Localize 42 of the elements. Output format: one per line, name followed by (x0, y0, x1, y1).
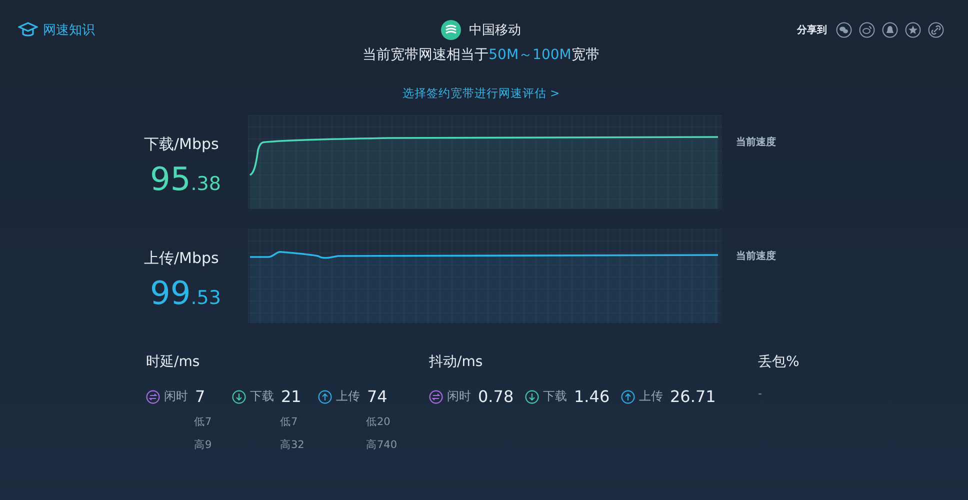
speed-label: 上传/Mbps (144, 249, 220, 268)
stat-label: 闲时 (164, 388, 188, 405)
high-value: 高9 (194, 438, 213, 452)
stat-label: 下载 (543, 388, 567, 405)
carrier-logo-icon (441, 20, 461, 40)
qq-share-icon[interactable] (882, 22, 898, 38)
carrier-name: 中国移动 (469, 22, 521, 39)
low-value: 低7 (194, 415, 213, 429)
stat-label: 下载 (250, 388, 274, 405)
wechat-share-icon[interactable] (836, 22, 852, 38)
graduation-cap-icon (18, 22, 38, 38)
stat-value: 1.46 (574, 387, 610, 406)
swap-arrows-icon (429, 390, 443, 404)
swap-arrows-icon (146, 390, 160, 404)
knowledge-link[interactable]: 网速知识 (18, 21, 441, 39)
share-label: 分享到 (797, 23, 827, 37)
stat-value: - (758, 387, 762, 400)
high-value: 高32 (280, 438, 306, 452)
stat-value: 21 (281, 387, 302, 406)
stat-value: 0.78 (478, 387, 514, 406)
stat-label: 上传 (639, 388, 663, 405)
current-speed-label: 当前速度 (736, 135, 776, 149)
low-value: 低7 (280, 415, 299, 429)
stat-label: 上传 (336, 388, 360, 405)
stat-title: 时延/ms (146, 353, 201, 371)
speed-value: 95.38 (150, 160, 222, 198)
favorite-share-icon[interactable] (905, 22, 921, 38)
stat-value: 7 (195, 387, 206, 406)
speed-equivalence-headline: 当前宽带网速相当于50M～100M宽带 (362, 46, 600, 64)
evaluate-broadband-link[interactable]: 选择签约宽带进行网速评估 > (402, 86, 560, 100)
weibo-share-icon[interactable] (859, 22, 875, 38)
stat-title: 丢包% (758, 353, 800, 371)
current-speed-label: 当前速度 (736, 249, 776, 263)
high-value: 高740 (366, 438, 398, 452)
speed-value: 99.53 (150, 274, 222, 312)
stat-title: 抖动/ms (429, 353, 484, 371)
stat-label: 闲时 (447, 388, 471, 405)
stat-value: 26.71 (670, 387, 716, 406)
speed-label: 下载/Mbps (144, 135, 220, 154)
stat-value: 74 (367, 387, 388, 406)
link-share-icon[interactable] (928, 22, 944, 38)
low-value: 低20 (366, 415, 392, 429)
